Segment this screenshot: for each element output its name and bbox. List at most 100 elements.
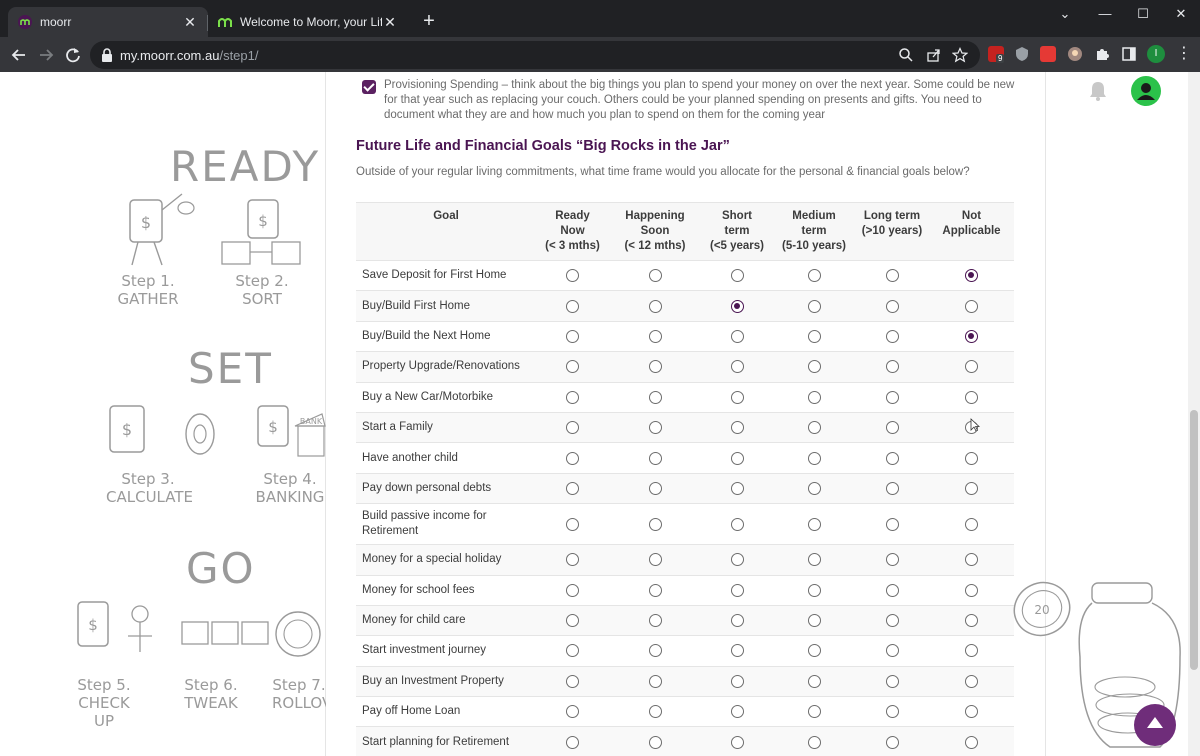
timeframe-radio[interactable] [885, 705, 899, 719]
timeframe-radio[interactable] [566, 614, 579, 628]
timeframe-radio[interactable] [807, 583, 821, 597]
timeframe-radio[interactable] [566, 517, 579, 531]
timeframe-radio[interactable] [807, 451, 821, 465]
timeframe-radio[interactable] [807, 390, 821, 404]
minimize-window-button[interactable]: — [1086, 4, 1124, 24]
timeframe-radio[interactable] [885, 390, 899, 404]
timeframe-radio[interactable] [807, 360, 821, 374]
timeframe-radio[interactable] [965, 390, 978, 404]
timeframe-radio[interactable] [965, 481, 978, 495]
timeframe-radio[interactable] [885, 360, 899, 374]
video-extension-icon[interactable] [1040, 46, 1056, 62]
timeframe-radio[interactable] [648, 517, 662, 531]
timeframe-radio[interactable] [730, 614, 744, 628]
timeframe-radio[interactable] [885, 674, 899, 688]
timeframe-radio[interactable] [730, 421, 744, 435]
timeframe-radio[interactable] [885, 553, 899, 567]
timeframe-radio[interactable] [965, 329, 978, 343]
timeframe-radio[interactable] [648, 614, 662, 628]
timeframe-radio[interactable] [807, 269, 821, 283]
address-bar[interactable]: my.moorr.com.au/step1/ [90, 41, 980, 69]
timeframe-radio[interactable] [730, 329, 744, 343]
timeframe-radio[interactable] [885, 517, 899, 531]
timeframe-radio[interactable] [885, 735, 899, 749]
timeframe-radio[interactable] [807, 705, 821, 719]
timeframe-radio[interactable] [566, 674, 579, 688]
timeframe-radio[interactable] [965, 360, 978, 374]
timeframe-radio[interactable] [807, 517, 821, 531]
timeframe-radio[interactable] [566, 553, 579, 567]
new-tab-button[interactable]: + [418, 10, 440, 32]
timeframe-radio[interactable] [807, 329, 821, 343]
timeframe-radio[interactable] [566, 705, 579, 719]
timeframe-radio[interactable] [648, 644, 662, 658]
profile-avatar[interactable]: I [1147, 45, 1165, 63]
timeframe-radio[interactable] [566, 390, 579, 404]
timeframe-radio[interactable] [648, 269, 662, 283]
timeframe-radio[interactable] [566, 421, 579, 435]
timeframe-radio[interactable] [566, 451, 579, 465]
timeframe-radio[interactable] [648, 735, 662, 749]
timeframe-radio[interactable] [730, 299, 744, 313]
notification-bell-icon[interactable] [1088, 80, 1108, 102]
scroll-to-top-button[interactable] [1134, 704, 1176, 746]
browser-menu-icon[interactable]: ⋮ [1176, 45, 1192, 63]
reload-icon[interactable] [62, 44, 84, 66]
timeframe-radio[interactable] [566, 360, 579, 374]
timeframe-radio[interactable] [807, 674, 821, 688]
timeframe-radio[interactable] [807, 553, 821, 567]
timeframe-radio[interactable] [648, 583, 662, 597]
timeframe-radio[interactable] [965, 299, 978, 313]
timeframe-radio[interactable] [730, 390, 744, 404]
timeframe-radio[interactable] [807, 299, 821, 313]
timeframe-radio[interactable] [885, 329, 899, 343]
timeframe-radio[interactable] [730, 735, 744, 749]
shield-extension-icon[interactable] [1014, 46, 1030, 62]
timeframe-radio[interactable] [965, 583, 978, 597]
timeframe-radio[interactable] [807, 644, 821, 658]
timeframe-radio[interactable] [885, 644, 899, 658]
browser-tab-moorr[interactable]: moorr ✕ [8, 7, 208, 37]
timeframe-radio[interactable] [965, 644, 978, 658]
sidebar-panel-icon[interactable] [1121, 46, 1137, 62]
timeframe-radio[interactable] [885, 299, 899, 313]
timeframe-radio[interactable] [807, 735, 821, 749]
timeframe-radio[interactable] [885, 481, 899, 495]
timeframe-radio[interactable] [730, 360, 744, 374]
timeframe-radio[interactable] [730, 451, 744, 465]
share-icon[interactable] [926, 47, 942, 63]
page-scrollbar[interactable] [1188, 72, 1200, 756]
timeframe-radio[interactable] [885, 451, 899, 465]
timeframe-radio[interactable] [807, 481, 821, 495]
timeframe-radio[interactable] [648, 329, 662, 343]
extension-red-icon[interactable]: 9 [988, 46, 1005, 63]
timeframe-radio[interactable] [730, 583, 744, 597]
timeframe-radio[interactable] [965, 614, 978, 628]
puzzle-extensions-icon[interactable] [1094, 46, 1110, 62]
forward-arrow-icon[interactable] [35, 44, 57, 66]
bookmark-star-icon[interactable] [951, 47, 969, 63]
tab-search-icon[interactable]: ⌄ [1046, 4, 1084, 24]
timeframe-radio[interactable] [807, 421, 821, 435]
browser-tab-welcome[interactable]: Welcome to Moorr, your Lifestyle by ✕ [208, 7, 408, 37]
timeframe-radio[interactable] [730, 517, 744, 531]
timeframe-radio[interactable] [965, 269, 978, 283]
timeframe-radio[interactable] [566, 644, 579, 658]
timeframe-radio[interactable] [965, 553, 978, 567]
timeframe-radio[interactable] [885, 421, 899, 435]
timeframe-radio[interactable] [648, 705, 662, 719]
close-tab-icon[interactable]: ✕ [182, 14, 198, 30]
timeframe-radio[interactable] [885, 583, 899, 597]
scrollbar-thumb[interactable] [1190, 410, 1198, 670]
timeframe-radio[interactable] [648, 481, 662, 495]
timeframe-radio[interactable] [730, 644, 744, 658]
timeframe-radio[interactable] [965, 517, 978, 531]
timeframe-radio[interactable] [730, 705, 744, 719]
timeframe-radio[interactable] [965, 735, 978, 749]
timeframe-radio[interactable] [885, 614, 899, 628]
avatar-extension-icon[interactable] [1067, 46, 1083, 62]
timeframe-radio[interactable] [730, 674, 744, 688]
timeframe-radio[interactable] [648, 674, 662, 688]
timeframe-radio[interactable] [566, 481, 579, 495]
provisioning-checkbox[interactable] [362, 80, 376, 94]
